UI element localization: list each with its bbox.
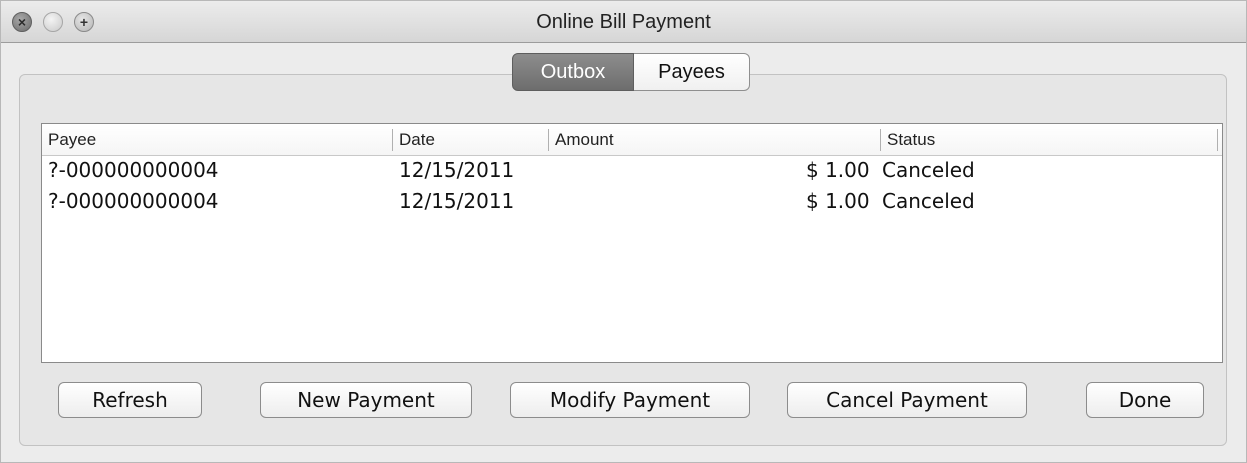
payments-table[interactable]: Payee Date Amount Status ?-000000000004 … <box>41 123 1223 363</box>
new-payment-button[interactable]: New Payment <box>260 382 472 418</box>
status-cell: Canceled <box>882 189 975 213</box>
tab-payees[interactable]: Payees <box>634 53 750 91</box>
status-cell: Canceled <box>882 158 975 182</box>
done-button[interactable]: Done <box>1086 382 1204 418</box>
column-header-payee[interactable]: Payee <box>42 124 96 156</box>
modify-payment-button[interactable]: Modify Payment <box>510 382 750 418</box>
table-row[interactable]: ?-000000000004 12/15/2011 $ 1.00 Cancele… <box>42 156 1222 186</box>
table-row[interactable]: ?-000000000004 12/15/2011 $ 1.00 Cancele… <box>42 187 1222 217</box>
column-header-date[interactable]: Date <box>393 124 435 156</box>
amount-cell: $ 1.00 <box>806 158 870 182</box>
tab-bar: Outbox Payees <box>512 53 750 91</box>
tab-outbox[interactable]: Outbox <box>512 53 634 91</box>
title-bar[interactable]: × + Online Bill Payment <box>1 1 1246 43</box>
window-title: Online Bill Payment <box>536 11 711 33</box>
amount-cell: $ 1.00 <box>806 189 870 213</box>
date-cell: 12/15/2011 <box>399 189 515 213</box>
column-header-status[interactable]: Status <box>881 124 935 156</box>
bill-payment-window: × + Online Bill Payment Outbox Payees Pa… <box>0 0 1247 463</box>
payee-cell: ?-000000000004 <box>48 189 219 213</box>
table-header: Payee Date Amount Status <box>42 124 1222 156</box>
column-divider[interactable] <box>1217 129 1218 151</box>
date-cell: 12/15/2011 <box>399 158 515 182</box>
refresh-button[interactable]: Refresh <box>58 382 202 418</box>
payee-cell: ?-000000000004 <box>48 158 219 182</box>
column-header-amount[interactable]: Amount <box>549 124 614 156</box>
cancel-payment-button[interactable]: Cancel Payment <box>787 382 1027 418</box>
